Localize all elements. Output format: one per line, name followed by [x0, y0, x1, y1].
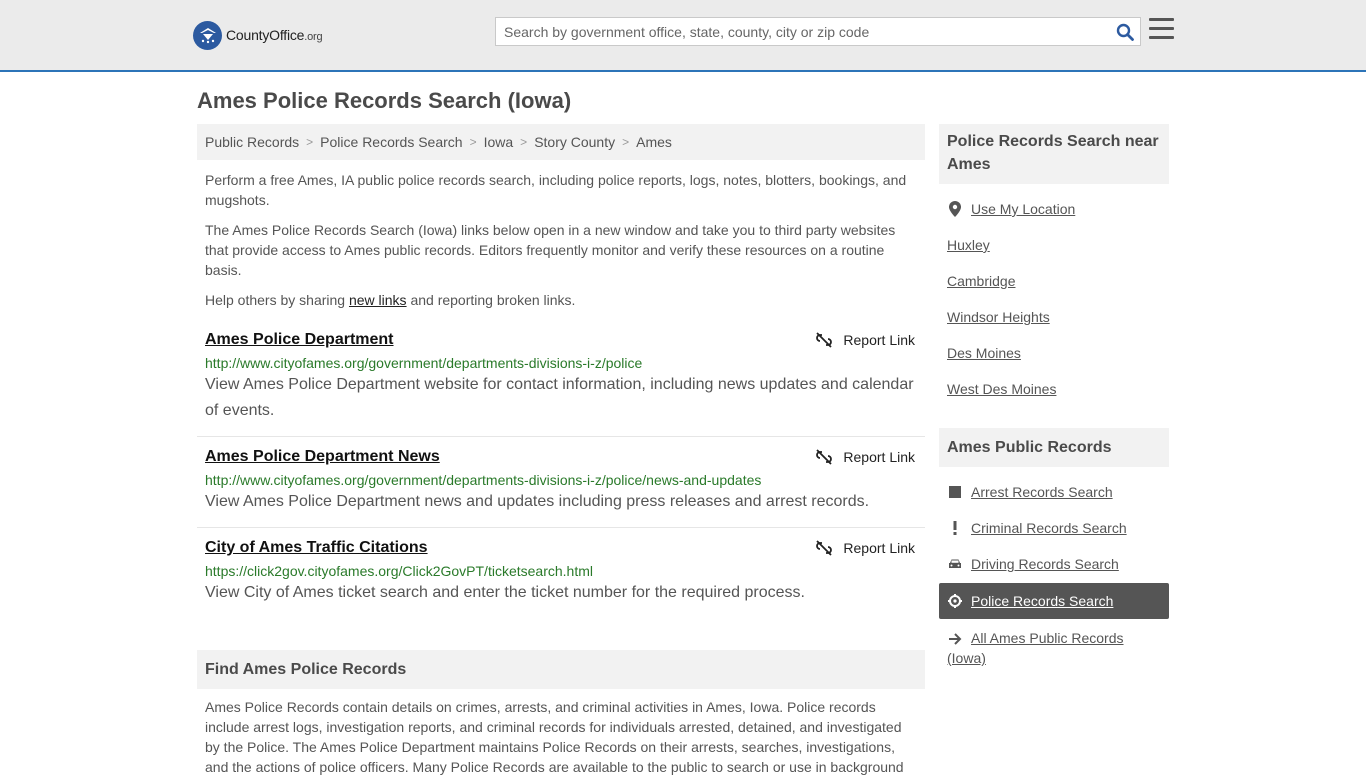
logo-main: CountyOffice: [226, 27, 305, 43]
result-title-link[interactable]: Ames Police Department News: [205, 448, 440, 466]
sidebar-item-des-moines[interactable]: Des Moines: [947, 345, 1021, 361]
sidebar-item-west-des-moines[interactable]: West Des Moines: [947, 381, 1056, 397]
report-link-label: Report Link: [843, 332, 915, 348]
report-link-button[interactable]: Report Link: [816, 540, 915, 556]
breadcrumb-iowa[interactable]: Iowa: [484, 134, 514, 150]
site-logo[interactable]: CountyOffice.org: [193, 20, 323, 50]
car-icon: [947, 556, 963, 572]
result-url: https://click2gov.cityofames.org/Click2G…: [205, 563, 593, 579]
intro-share-text: and reporting broken links.: [406, 292, 576, 308]
result-item: Ames Police Department Report Link http:…: [197, 328, 925, 437]
results-list: Ames Police Department Report Link http:…: [197, 328, 925, 618]
result-url: http://www.cityofames.org/government/dep…: [205, 355, 643, 371]
report-link-button[interactable]: Report Link: [816, 332, 915, 348]
result-url: http://www.cityofames.org/government/dep…: [205, 472, 762, 488]
search-box: [495, 17, 1141, 46]
breadcrumb-police-records-search[interactable]: Police Records Search: [320, 134, 462, 150]
breadcrumb-separator-icon: >: [520, 135, 528, 149]
arrow-right-icon: [947, 631, 963, 647]
sidebar-item-label: Driving Records Search: [971, 556, 1119, 572]
logo-text: CountyOffice.org: [226, 27, 323, 43]
result-item: Ames Police Department News Report Link …: [197, 437, 925, 528]
logo-badge-icon: [193, 20, 222, 50]
search-input[interactable]: [496, 18, 1110, 45]
search-button[interactable]: [1110, 18, 1140, 45]
broken-link-icon: [816, 540, 833, 556]
result-description: View Ames Police Department website for …: [205, 376, 914, 419]
broken-link-icon: [816, 449, 833, 465]
sidebar-item-windsor-heights[interactable]: Windsor Heights: [947, 309, 1050, 325]
breadcrumb-separator-icon: >: [622, 135, 630, 149]
sidebar-item-criminal-records[interactable]: Criminal Records Search: [947, 520, 1127, 536]
sidebar-item-all-public-records[interactable]: All Ames Public Records (Iowa): [947, 628, 1147, 668]
intro-paragraph: The Ames Police Records Search (Iowa) li…: [205, 222, 896, 278]
search-icon: [1116, 23, 1134, 41]
site-header: CountyOffice.org: [0, 0, 1366, 72]
hamburger-menu-icon[interactable]: [1149, 18, 1175, 42]
location-pin-icon: [947, 201, 963, 217]
breadcrumb-separator-icon: >: [469, 135, 477, 149]
intro-section: Perform a free Ames, IA public police re…: [197, 170, 925, 320]
report-link-label: Report Link: [843, 540, 915, 556]
logo-suffix: .org: [304, 31, 323, 43]
broken-link-icon: [816, 332, 833, 348]
breadcrumb-ames[interactable]: Ames: [636, 134, 672, 150]
sidebar-item-huxley[interactable]: Huxley: [947, 237, 990, 253]
result-title-link[interactable]: Ames Police Department: [205, 331, 394, 349]
breadcrumb-public-records[interactable]: Public Records: [205, 134, 299, 150]
find-section-heading: Find Ames Police Records: [197, 650, 925, 689]
sidebar-item-arrest-records[interactable]: Arrest Records Search: [947, 484, 1113, 500]
report-link-button[interactable]: Report Link: [816, 449, 915, 465]
square-icon: [947, 484, 963, 500]
sidebar-public-records-title: Ames Public Records: [939, 428, 1169, 467]
exclamation-icon: [947, 520, 963, 536]
sidebar-item-label: Criminal Records Search: [971, 520, 1127, 536]
sidebar-item-label: Police Records Search: [971, 593, 1114, 609]
report-link-label: Report Link: [843, 449, 915, 465]
sidebar-item-driving-records[interactable]: Driving Records Search: [947, 556, 1119, 572]
sidebar-item-label: Arrest Records Search: [971, 484, 1113, 500]
intro-share-paragraph: Help others by sharing new links and rep…: [197, 290, 925, 310]
breadcrumb: Public Records > Police Records Search >…: [197, 124, 925, 160]
result-title-link[interactable]: City of Ames Traffic Citations: [205, 539, 428, 557]
crosshair-icon: [947, 593, 963, 609]
breadcrumb-story-county[interactable]: Story County: [534, 134, 615, 150]
sidebar-item-label: All Ames Public Records (Iowa): [947, 630, 1124, 666]
result-item: City of Ames Traffic Citations Report Li…: [197, 528, 925, 618]
new-links-link[interactable]: new links: [349, 292, 407, 308]
intro-share-text: Help others by sharing: [205, 292, 349, 308]
intro-paragraph: Perform a free Ames, IA public police re…: [205, 172, 907, 208]
sidebar-item-label: Use My Location: [971, 201, 1076, 217]
sidebar-item-cambridge[interactable]: Cambridge: [947, 273, 1015, 289]
sidebar-nearby-title: Police Records Search near Ames: [939, 124, 1169, 184]
result-description: View Ames Police Department news and upd…: [205, 493, 870, 510]
sidebar-item-police-records[interactable]: Police Records Search: [939, 583, 1169, 619]
breadcrumb-separator-icon: >: [306, 135, 314, 149]
page-title: Ames Police Records Search (Iowa): [197, 88, 572, 113]
find-section-text: Ames Police Records contain details on c…: [205, 699, 904, 775]
result-description: View City of Ames ticket search and ente…: [205, 584, 805, 601]
sidebar-item-use-my-location[interactable]: Use My Location: [947, 201, 1075, 217]
